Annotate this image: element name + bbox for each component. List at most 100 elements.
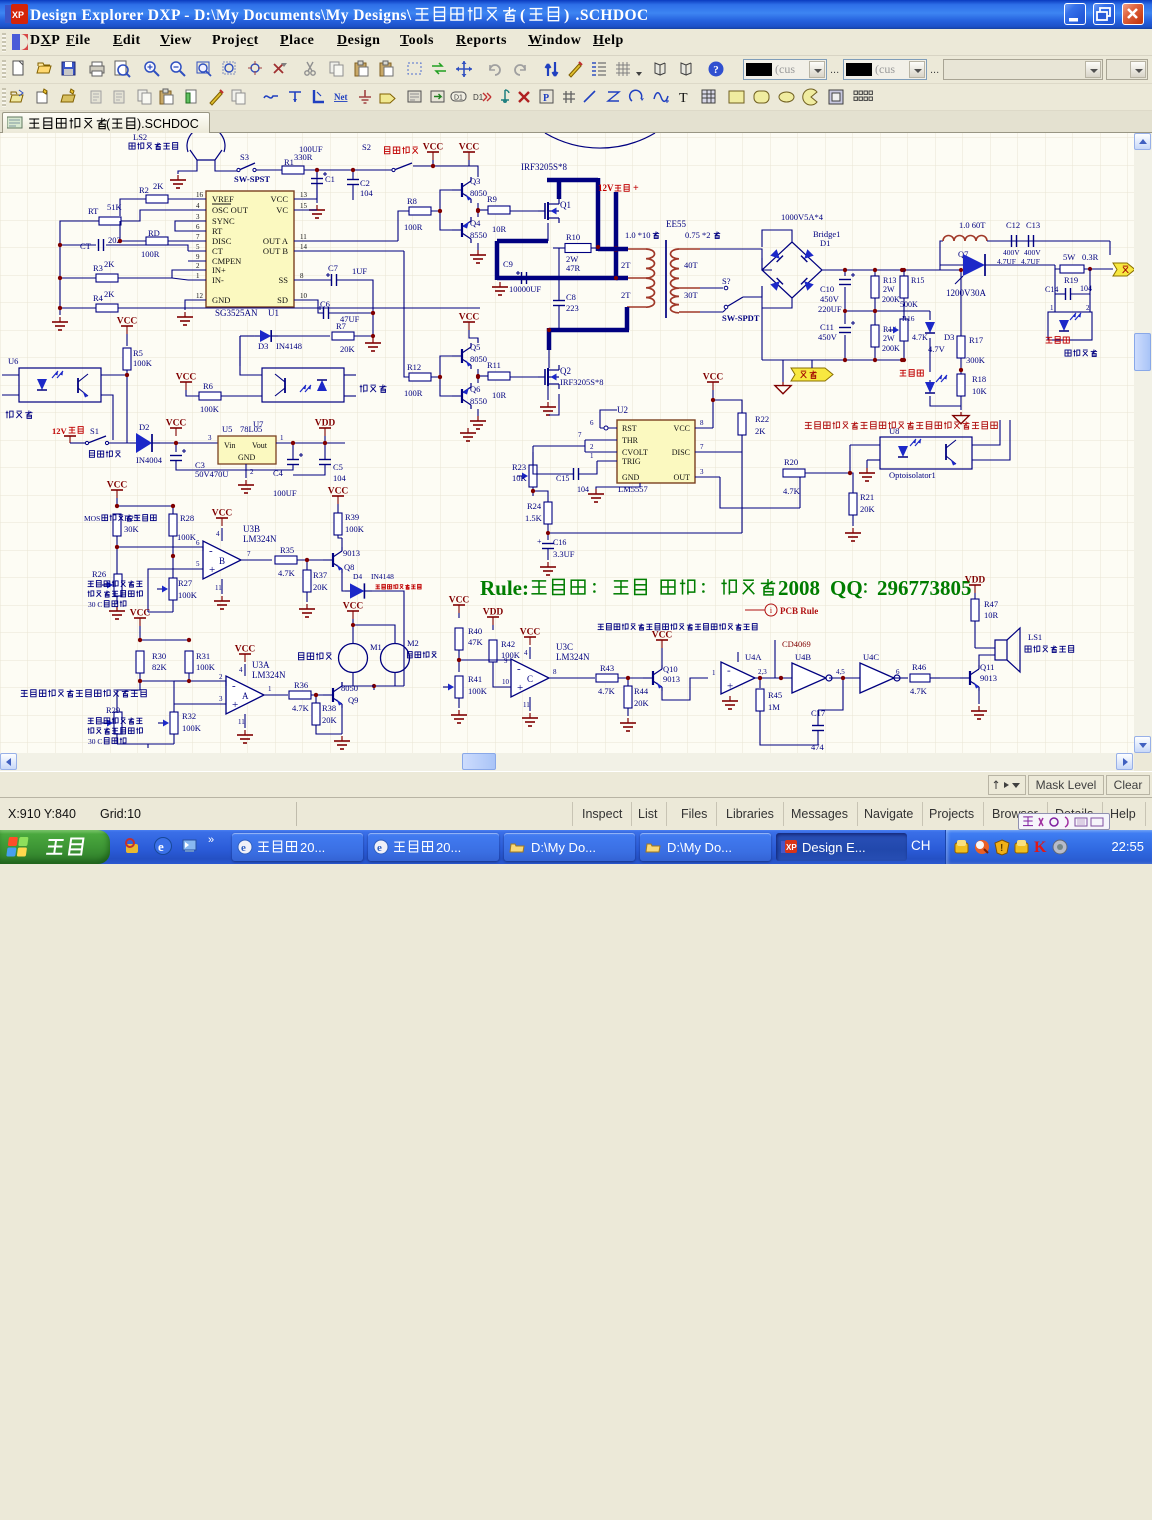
svg-text:6: 6 [196,223,200,231]
svg-text:C: C [527,674,533,684]
svg-text:4.7K: 4.7K [278,568,296,578]
svg-text:8: 8 [700,419,704,427]
svg-text:C16: C16 [553,538,566,547]
svg-text:1.0 60T: 1.0 60T [959,220,986,230]
svg-text:9013: 9013 [663,674,680,684]
svg-text:296773805: 296773805 [877,576,972,600]
svg-text:8550: 8550 [470,230,487,240]
svg-text:-: - [232,680,236,692]
svg-text:R43: R43 [600,663,614,673]
svg-text:4.7K: 4.7K [912,333,928,342]
svg-text:4: 4 [524,649,528,657]
svg-text:3.3UF: 3.3UF [553,549,575,559]
svg-text:VCC: VCC [423,143,444,153]
svg-text:U8: U8 [889,426,899,436]
svg-text:Q10: Q10 [663,664,678,674]
svg-text:3: 3 [208,434,212,442]
svg-text:R37: R37 [313,570,327,580]
svg-text:R1: R1 [284,157,294,167]
svg-text:2K: 2K [104,259,115,269]
svg-text:SD: SD [277,295,288,305]
svg-text:82K: 82K [152,662,168,672]
svg-text:30 C: 30 C [88,600,102,609]
svg-text:XP: XP [786,843,797,852]
svg-text:U3A: U3A [252,660,270,670]
svg-text:D1: D1 [473,93,484,102]
svg-text:2: 2 [196,262,200,270]
svg-text:).SCHDOC: ).SCHDOC [137,117,199,131]
svg-text:4: 4 [239,666,243,674]
svg-text:Q6: Q6 [470,384,480,394]
svg-text:200K: 200K [882,295,900,304]
svg-text:U3C: U3C [556,642,573,652]
svg-text:2K: 2K [153,181,164,191]
svg-text:M2: M2 [407,638,419,648]
svg-text:B: B [219,556,225,566]
svg-text:6: 6 [196,539,200,547]
svg-text:11: 11 [215,584,222,592]
svg-text:C15: C15 [556,474,569,483]
svg-text:+: + [727,681,733,693]
svg-text:VCC: VCC [703,373,724,383]
svg-text:220UF: 220UF [818,304,842,314]
svg-text:11: 11 [523,701,530,709]
svg-text:R18: R18 [972,374,986,384]
svg-text:P: P [543,93,549,104]
svg-text:IN4148: IN4148 [276,341,302,351]
svg-text:VCC: VCC [652,631,673,641]
svg-text:C6: C6 [320,299,330,309]
svg-text:4.7K: 4.7K [910,686,928,696]
svg-text:Q8: Q8 [344,562,354,572]
svg-text:R11: R11 [487,360,501,370]
svg-text:1UF: 1UF [352,266,367,276]
svg-text:GND: GND [238,453,256,462]
svg-text:2: 2 [590,443,594,451]
svg-text:8550: 8550 [470,396,487,406]
svg-text:VREF: VREF [212,194,234,204]
svg-text:104: 104 [333,473,347,483]
svg-text:R4: R4 [93,293,104,303]
svg-text:GND: GND [622,473,640,482]
svg-text:-: - [209,545,213,557]
svg-text:OSC OUT: OSC OUT [212,205,249,215]
svg-text:8050: 8050 [470,188,487,198]
svg-text:9: 9 [196,253,200,261]
svg-text:R35: R35 [280,545,294,555]
svg-text:2W: 2W [883,285,895,294]
svg-text:7: 7 [247,550,251,558]
svg-text:D4: D4 [353,572,362,581]
svg-text:R24: R24 [527,501,542,511]
svg-text:100K: 100K [178,590,198,600]
svg-text:R19: R19 [1064,275,1078,285]
svg-text:12V: 12V [598,183,614,193]
svg-text:C13: C13 [1026,220,1040,230]
svg-text:R22: R22 [755,414,769,424]
svg-text:): ) [564,7,570,24]
svg-text:R21: R21 [860,492,874,502]
svg-text:IRF3205S*8: IRF3205S*8 [560,377,603,387]
svg-text:1000V5A*4: 1000V5A*4 [781,212,824,222]
svg-text:0.75 *2: 0.75 *2 [685,230,711,240]
svg-text:R20: R20 [784,457,798,467]
svg-text:EE55: EE55 [666,219,686,229]
svg-text:1: 1 [712,669,716,677]
svg-text:C7: C7 [328,263,338,273]
svg-text:SW-SPST: SW-SPST [234,174,270,184]
svg-text:CD4069: CD4069 [782,639,811,649]
svg-text:VDD: VDD [965,576,986,586]
svg-text:2008: 2008 [778,576,820,600]
svg-text:78L05: 78L05 [240,424,262,434]
svg-text:LS1: LS1 [1028,632,1042,642]
svg-text:CT: CT [80,241,92,251]
svg-text:1M: 1M [768,702,780,712]
svg-text:450V: 450V [818,332,838,342]
svg-text:400V: 400V [1024,248,1041,257]
svg-text:100K: 100K [196,662,216,672]
svg-text:U1: U1 [268,308,279,318]
svg-text:VDD: VDD [483,608,504,618]
svg-text:100UF: 100UF [273,488,297,498]
svg-text:R7: R7 [336,321,346,331]
svg-text:104: 104 [577,485,589,494]
svg-text:D3: D3 [258,341,268,351]
svg-text:VCC: VCC [212,509,233,519]
